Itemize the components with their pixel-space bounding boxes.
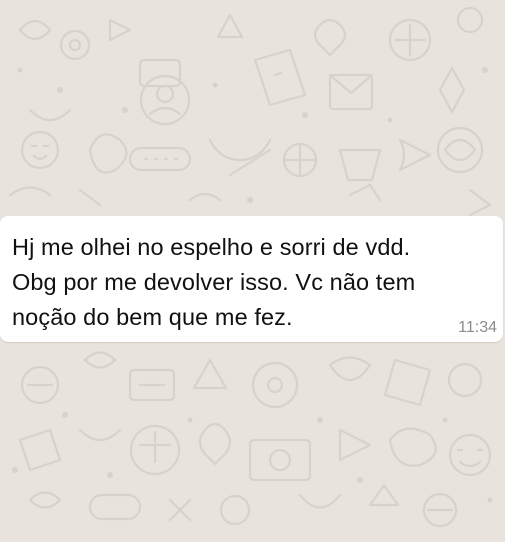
doodle-dots-top bbox=[17, 67, 488, 203]
doodle-pattern-bottom bbox=[18, 351, 492, 528]
message-bubble[interactable]: Hj me olhei no espelho e sorri de vdd. Ob… bbox=[0, 216, 503, 342]
doodle-pattern-top bbox=[8, 6, 492, 217]
message-line: Obg por me devolver isso. Vc não tem bbox=[12, 269, 416, 295]
message-line: noção do bem que me fez. bbox=[12, 304, 293, 330]
doodle-dots-bottom bbox=[12, 412, 493, 503]
message-timestamp: 11:34 bbox=[458, 319, 497, 336]
message-line: Hj me olhei no espelho e sorri de vdd. bbox=[12, 234, 411, 260]
message-text: Hj me olhei no espelho e sorri de vdd. Ob… bbox=[12, 230, 500, 335]
